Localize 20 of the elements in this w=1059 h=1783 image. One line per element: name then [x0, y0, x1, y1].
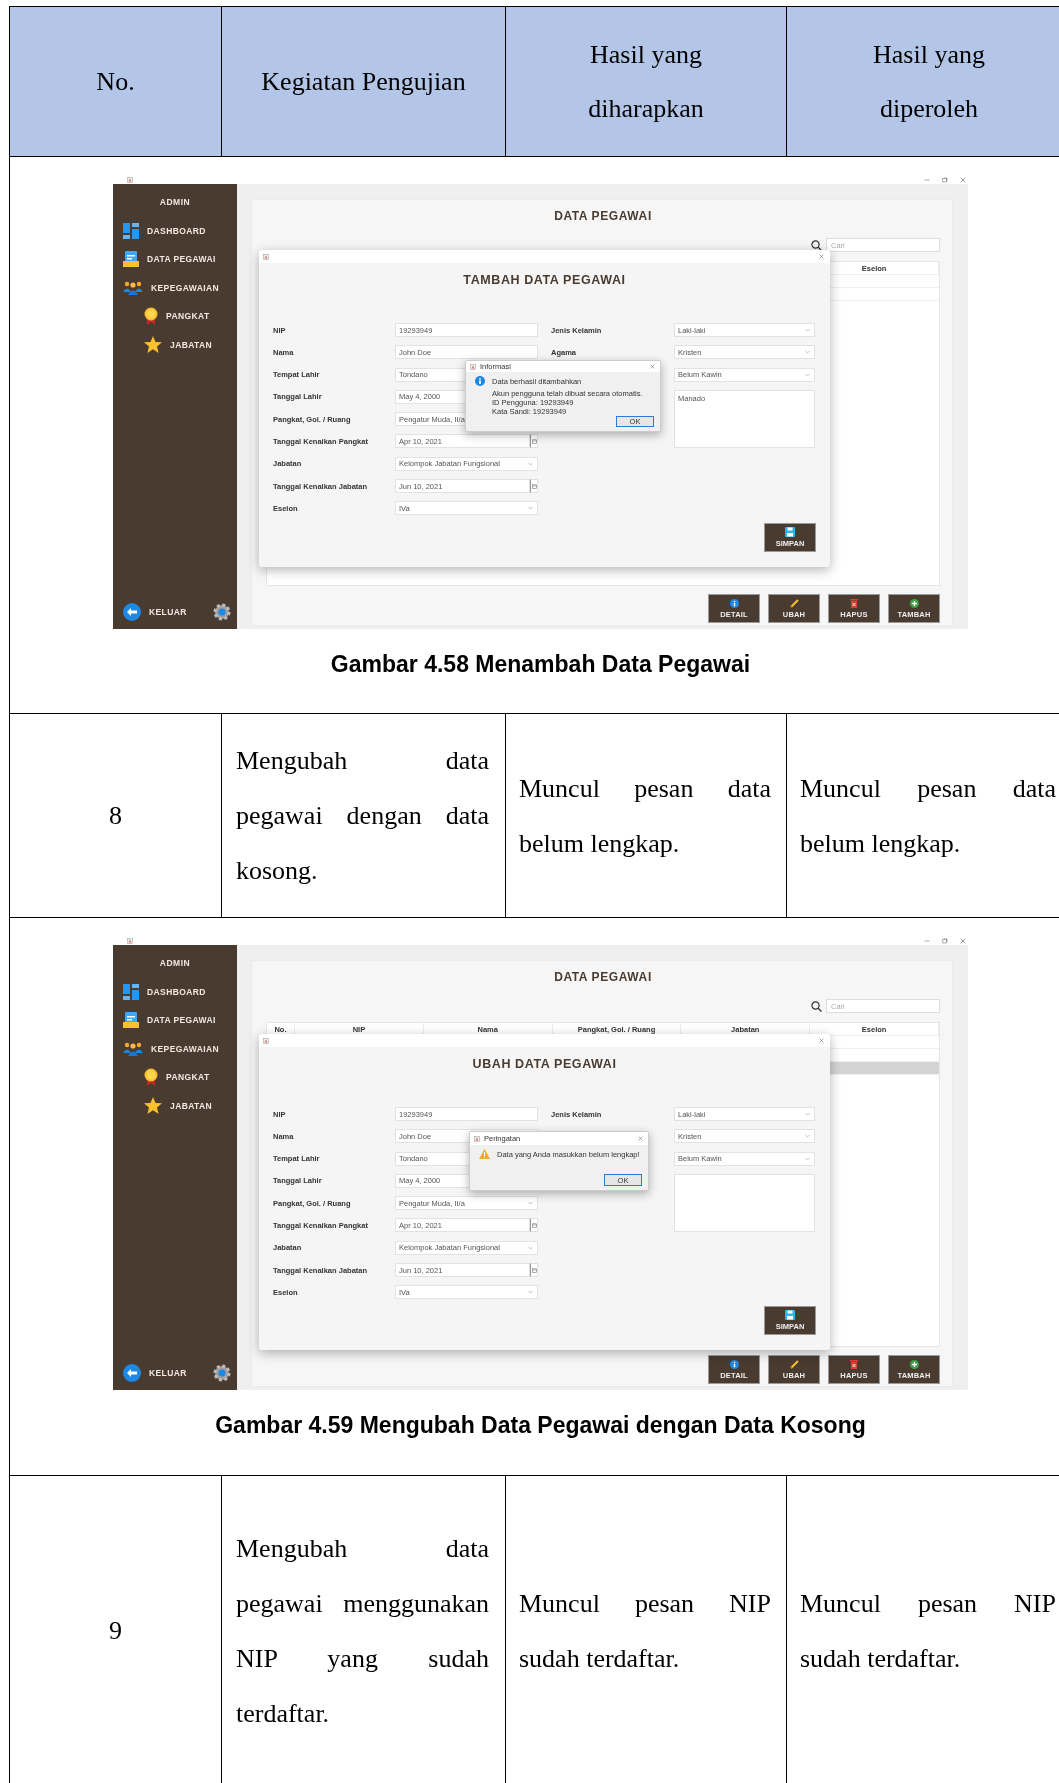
table-cell-text: 9 — [109, 1615, 122, 1647]
table-cell-text: Muncul pesan data belum lengkap. — [518, 772, 772, 860]
column-header: Hasil yang diperoleh — [872, 38, 986, 125]
figure-caption: Gambar 4.59 Mengubah Data Pegawai dengan Data Kosong — [215, 1411, 866, 1439]
figure-caption: Gambar 4.58 Menambah Data Pegawai — [330, 650, 751, 678]
table-cell-text: Muncul pesan NIP sudah terdaftar. — [799, 1587, 1057, 1675]
table-cell-text: Mengubah data pegawai menggunakan NIP yang sudah terdaftar. — [235, 1532, 490, 1730]
page-title: DATA PEGAWAI — [554, 209, 652, 223]
column-header: Hasil yang diharapkan — [587, 38, 705, 125]
table-cell-text: Mengubah data pegawai dengan data kosong. — [235, 745, 490, 887]
column-header: Kegiatan Pengujian — [261, 65, 466, 98]
table-cell-text: Muncul pesan data belum lengkap. — [799, 772, 1057, 860]
sidebar-title: ADMIN — [159, 196, 191, 208]
sidebar-title: ADMIN — [159, 957, 191, 969]
table-cell-text: 8 — [109, 800, 122, 832]
column-header: No. — [96, 65, 135, 98]
page-title: DATA PEGAWAI — [554, 970, 652, 984]
dialog-title: UBAH DATA PEGAWAI — [472, 1056, 617, 1072]
dialog-title: TAMBAH DATA PEGAWAI — [463, 272, 626, 288]
table-cell-text: Muncul pesan NIP sudah terdaftar. — [518, 1587, 772, 1675]
